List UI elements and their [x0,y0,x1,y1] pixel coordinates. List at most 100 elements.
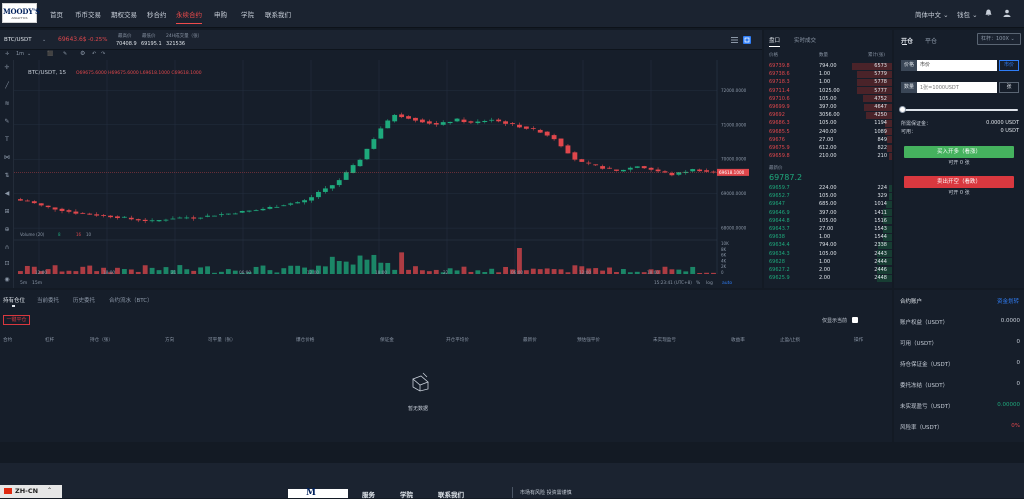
tab-history-orders[interactable]: 历史委托 [73,296,95,304]
timeframe-5m[interactable]: 5m [20,280,27,286]
settings-icon[interactable]: ⚙ [80,50,85,57]
eye-icon[interactable]: ◉ [3,276,11,284]
candle [468,121,474,123]
nav-item-contact[interactable]: 联系我们 [265,9,291,19]
nav-item-seconds[interactable]: 秒合约 [147,9,167,19]
nav-item-academy[interactable]: 学院 [241,9,254,19]
cursor-icon[interactable]: ✛ [3,64,11,72]
ask-row[interactable]: 69692 3056.00 4250 [764,111,892,119]
back-icon[interactable]: ◀ [3,190,11,198]
bid-row[interactable]: 69628 1.00 2444 [764,258,892,266]
ask-row[interactable]: 69675.9 612.00 822 [764,144,892,152]
bid-row[interactable]: 69627.2 2.00 2446 [764,266,892,274]
tab-orderbook[interactable]: 盘口 [769,36,781,47]
scale-percent[interactable]: % [696,280,701,286]
interval-chevron-icon[interactable]: ⌄ [27,51,31,57]
ask-row[interactable]: 69659.8 210.00 210 [764,152,892,160]
fullscreen-icon[interactable] [743,36,751,44]
tab-contract-flow[interactable]: 合约流水（BTC） [109,296,153,304]
bid-row[interactable]: 69646.9 397.00 1411 [764,209,892,217]
nav-item-spot[interactable]: 币币交易 [75,9,101,19]
ask-row[interactable]: 69718.3 1.00 5778 [764,78,892,86]
candle [80,212,86,214]
ask-row[interactable]: 69710.6 105.00 4752 [764,95,892,103]
candlestick-chart[interactable]: 72000.0000 71000.0000 70000.0000 69000.0000… [14,60,762,288]
bid-row[interactable]: 69643.7 27.00 1543 [764,225,892,233]
bid-total: 1411 [874,209,887,216]
buy-long-button[interactable]: 买入开多（看涨） [904,146,1014,158]
candle-type-icon[interactable]: ⬛ [47,51,53,57]
ask-row[interactable]: 69699.9 397.00 4647 [764,103,892,111]
measure-icon[interactable]: ⊞ [3,208,11,216]
tab-current-orders[interactable]: 当前委托 [37,296,59,304]
bid-row[interactable]: 69634.4 794.00 2338 [764,241,892,249]
bid-row[interactable]: 69644.8 105.00 1516 [764,217,892,225]
bid-row[interactable]: 69647 685.00 1014 [764,200,892,208]
brand-logo[interactable]: MOODY'S ANALYTICS [2,3,40,23]
show-current-checkbox[interactable] [852,317,858,323]
bid-price: 69634.3 [769,250,790,257]
ask-price: 69738.6 [769,71,790,78]
ask-row[interactable]: 69739.8 794.00 6573 [764,62,892,70]
qty-input[interactable] [917,82,997,93]
leverage-select[interactable]: 杠杆：100X ⌄ [977,33,1021,45]
close-all-button[interactable]: 一键平仓 [3,315,30,325]
crosshair-icon[interactable]: ✛ [5,51,9,57]
tab-positions[interactable]: 持有仓位 [3,296,25,304]
ask-price: 69711.4 [769,87,790,94]
bid-row[interactable]: 69625.9 2.00 2448 [764,274,892,282]
language-switch[interactable]: ZH-CN ⌃ [0,485,62,498]
market-price-button[interactable]: 市价 [999,60,1019,71]
volume-indicator-v2: 16 [76,232,82,237]
ask-row[interactable]: 69676 27.00 849 [764,136,892,144]
volume-bar [607,267,612,274]
nav-item-perpetual[interactable]: 永续合约 [176,9,202,24]
bid-row[interactable]: 69659.7 224.00 224 [764,184,892,192]
ask-row[interactable]: 69711.4 1025.00 5777 [764,87,892,95]
magnet-icon[interactable]: ∩ [3,244,11,252]
qty-slider-track[interactable] [901,109,1018,111]
price-input[interactable]: 市价 [917,60,997,71]
fib-icon[interactable]: ≋ [3,100,11,108]
ask-row[interactable]: 69738.6 1.00 5779 [764,70,892,78]
candle [496,119,502,122]
interval-select[interactable]: 1m [16,51,24,57]
ask-amount: 612.00 [819,145,837,151]
lock-icon[interactable]: ⊡ [3,260,11,268]
brush-icon[interactable]: ✎ [3,118,11,126]
ask-row[interactable]: 69685.5 240.00 1089 [764,128,892,136]
nav-item-home[interactable]: 首页 [50,9,63,19]
bid-row[interactable]: 69652.7 105.00 329 [764,192,892,200]
qty-slider-handle[interactable] [899,106,906,113]
trendline-icon[interactable]: ╱ [3,82,11,90]
candle [212,215,217,217]
nav-item-subscribe[interactable]: 申购 [214,9,227,19]
indicators-icon[interactable]: ✎ [63,51,67,57]
zoom-icon[interactable]: ⊕ [3,226,11,234]
menu-icon[interactable] [731,37,738,43]
sell-short-button[interactable]: 卖出开空（看跌） [904,176,1014,188]
user-icon[interactable] [1003,9,1011,17]
wallet-menu[interactable]: 钱包 ⌄ [957,9,978,19]
bid-row[interactable]: 69638 1.00 1544 [764,233,892,241]
redo-icon[interactable]: ↷ [101,51,105,57]
scale-log[interactable]: log [706,280,713,286]
projection-icon[interactable]: ⇅ [3,172,11,180]
chevron-down-icon[interactable]: ⌄ [42,37,46,43]
bell-icon[interactable] [985,9,992,17]
transfer-link[interactable]: 资金划转 [997,297,1019,305]
tab-close[interactable]: 平仓 [925,36,937,45]
nav-item-options[interactable]: 期权交易 [111,9,137,19]
bid-row[interactable]: 69634.3 105.00 2443 [764,250,892,258]
text-icon[interactable]: T [3,136,11,144]
undo-icon[interactable]: ↶ [92,51,96,57]
qty-unit-button[interactable]: 张 [999,82,1019,93]
ticker-pair[interactable]: BTC/USDT [4,37,32,43]
tab-trades[interactable]: 实时成交 [794,36,816,44]
pattern-icon[interactable]: ⋈ [3,154,11,162]
scale-auto[interactable]: auto [722,280,732,286]
timeframe-15m[interactable]: 15m [32,280,42,286]
candle [523,126,529,129]
language-select[interactable]: 简体中文 ⌄ [915,9,949,19]
ask-row[interactable]: 69686.3 105.00 1194 [764,119,892,127]
